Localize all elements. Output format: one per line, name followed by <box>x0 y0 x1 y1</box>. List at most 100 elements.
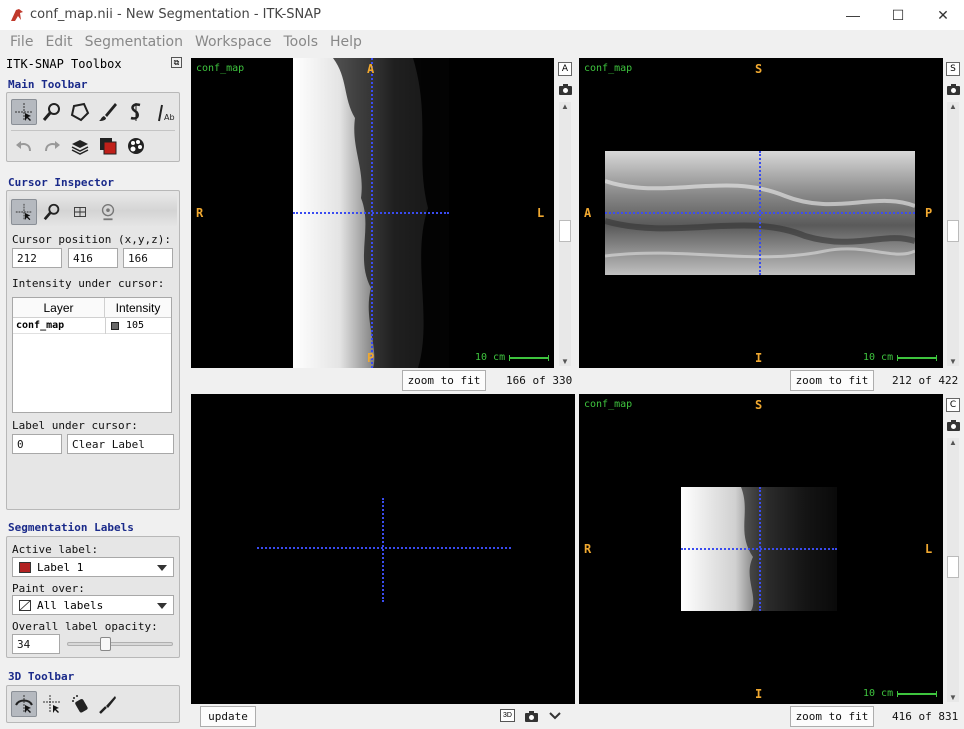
paintbrush-tool-icon[interactable] <box>95 99 121 125</box>
cursor-x-field[interactable]: 212 <box>12 248 62 268</box>
toolbar-3d-title: 3D Toolbar <box>8 670 75 683</box>
close-button[interactable]: ✕ <box>920 0 964 30</box>
camera-icon[interactable] <box>525 710 538 722</box>
opacity-slider-thumb[interactable] <box>100 637 112 651</box>
opacity-slider[interactable] <box>67 637 173 651</box>
chevron-down-icon <box>157 565 167 571</box>
camera-icon[interactable] <box>559 83 572 95</box>
layer-name-label: conf_map <box>584 63 633 74</box>
axial-slice-scrollbar[interactable]: ▲ ▼ <box>559 102 571 366</box>
intensity-table: Layer Intensity conf_map 105 <box>12 297 172 413</box>
orientation-bottom: I <box>755 351 763 365</box>
undock-icon[interactable]: ⧉ <box>171 57 182 68</box>
chevron-down-icon <box>157 603 167 609</box>
row-intensity-value: 105 <box>126 320 145 331</box>
update-button[interactable]: update <box>200 706 256 727</box>
orientation-left: A <box>584 206 592 220</box>
redo-icon[interactable] <box>39 133 65 159</box>
maximize-button[interactable]: ☐ <box>875 0 921 30</box>
intensity-label: Intensity under cursor: <box>12 277 165 290</box>
intensity-color-swatch <box>111 322 119 330</box>
sync-tab-icon[interactable] <box>95 199 121 225</box>
opacity-field[interactable]: 34 <box>12 634 60 654</box>
paint-over-dropdown[interactable]: All labels <box>12 595 174 615</box>
axial-zoom-to-fit-button[interactable]: zoom to fit <box>402 370 486 391</box>
scale-bar <box>897 355 937 361</box>
orientation-right: P <box>925 206 933 220</box>
orientation-right: L <box>537 206 545 220</box>
zoom-tool-icon[interactable] <box>39 99 65 125</box>
minimize-button[interactable]: — <box>830 0 876 30</box>
crosshair-vertical <box>382 498 384 602</box>
cursor-inspector: Cursor position (x,y,z): 212 416 166 Int… <box>6 190 180 510</box>
axial-view[interactable]: conf_map A P R L 10 cm <box>191 58 554 368</box>
paint-over-value: All labels <box>37 599 104 612</box>
scrollbar-thumb[interactable] <box>947 220 959 242</box>
polygon-tool-icon[interactable] <box>67 99 93 125</box>
annotation-tool-icon[interactable]: Ab <box>151 99 177 125</box>
chevron-down-icon[interactable] <box>549 712 561 720</box>
rotate-3d-tool-icon[interactable] <box>11 691 37 717</box>
sagittal-zoom-to-fit-button[interactable]: zoom to fit <box>790 370 874 391</box>
menu-segmentation[interactable]: Segmentation <box>79 34 189 50</box>
crosshair-tool-icon[interactable] <box>11 99 37 125</box>
coronal-view[interactable]: conf_map S I R L 10 cm <box>579 394 943 704</box>
scale-label: 10 cm <box>863 352 894 363</box>
sagittal-view-sidebar: S ▲ ▼ <box>944 58 962 368</box>
sagittal-view[interactable]: conf_map S I A P 10 cm <box>579 58 943 368</box>
scalpel-3d-tool-icon[interactable] <box>95 691 121 717</box>
crosshair-vertical <box>371 58 373 368</box>
cursor-y-field[interactable]: 416 <box>68 248 118 268</box>
label-under-cursor-label: Label under cursor: <box>12 419 138 432</box>
3d-mode-button[interactable]: 3D <box>500 709 515 722</box>
active-label-value: Label 1 <box>37 561 84 574</box>
all-labels-icon <box>19 600 31 611</box>
intensity-column-header[interactable]: Intensity <box>105 298 171 318</box>
coronal-slice-scrollbar[interactable]: ▲ ▼ <box>947 438 959 702</box>
layers-icon[interactable] <box>67 133 93 159</box>
camera-icon[interactable] <box>947 419 960 431</box>
camera-icon[interactable] <box>947 83 960 95</box>
orientation-left: R <box>196 206 204 220</box>
coronal-view-button[interactable]: C <box>946 398 960 412</box>
segmentation-labels-title: Segmentation Labels <box>8 521 134 534</box>
layout-tab-icon[interactable] <box>67 199 93 225</box>
axial-view-sidebar: A ▲ ▼ <box>556 58 574 368</box>
table-row[interactable]: conf_map 105 <box>13 318 171 334</box>
label-name-field[interactable]: Clear Label <box>67 434 174 454</box>
menu-help[interactable]: Help <box>324 34 368 50</box>
snake-tool-icon[interactable] <box>123 99 149 125</box>
orientation-right: L <box>925 542 933 556</box>
color-palette-icon[interactable] <box>123 133 149 159</box>
menu-file[interactable]: File <box>4 34 39 50</box>
orientation-left: R <box>584 542 592 556</box>
active-label-dropdown[interactable]: Label 1 <box>12 557 174 577</box>
sagittal-slice-number: 212 of 422 <box>892 374 959 387</box>
label-id-field[interactable]: 0 <box>12 434 62 454</box>
spray-3d-tool-icon[interactable] <box>67 691 93 717</box>
menu-bar: File Edit Segmentation Workspace Tools H… <box>0 30 964 53</box>
undo-icon[interactable] <box>11 133 37 159</box>
crosshair-3d-tool-icon[interactable] <box>39 691 65 717</box>
scale-label: 10 cm <box>475 352 506 363</box>
toolbar-3d <box>6 685 180 723</box>
sagittal-slice-scrollbar[interactable]: ▲ ▼ <box>947 102 959 366</box>
orientation-top: S <box>755 62 763 76</box>
sagittal-view-button[interactable]: S <box>946 62 960 76</box>
layer-column-header[interactable]: Layer <box>13 298 105 318</box>
3d-view[interactable] <box>191 394 575 704</box>
svg-text:Ab: Ab <box>164 113 175 122</box>
cursor-z-field[interactable]: 166 <box>123 248 173 268</box>
menu-edit[interactable]: Edit <box>39 34 78 50</box>
scrollbar-thumb[interactable] <box>559 220 571 242</box>
zoom-tab-icon[interactable] <box>39 199 65 225</box>
cursor-tab-icon[interactable] <box>11 199 37 225</box>
menu-tools[interactable]: Tools <box>278 34 325 50</box>
scale-bar <box>509 355 549 361</box>
crosshair-vertical <box>759 487 761 611</box>
coronal-zoom-to-fit-button[interactable]: zoom to fit <box>790 706 874 727</box>
scrollbar-thumb[interactable] <box>947 556 959 578</box>
menu-workspace[interactable]: Workspace <box>189 34 278 50</box>
label-editor-icon[interactable] <box>95 133 121 159</box>
axial-view-button[interactable]: A <box>558 62 572 76</box>
